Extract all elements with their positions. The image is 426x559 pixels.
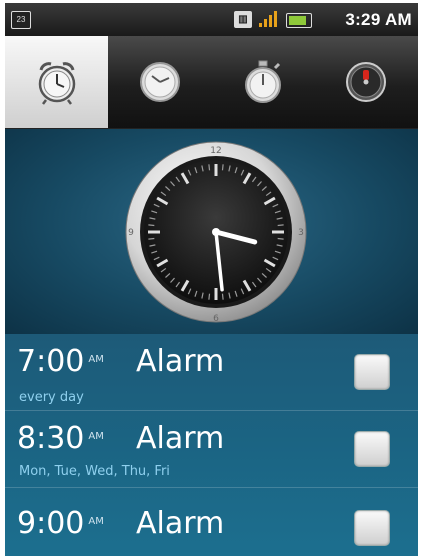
alarm-days: every day	[19, 390, 84, 405]
clock-numeral-12: 12	[210, 146, 221, 156]
alarm-time: 8:30 AM	[17, 421, 104, 456]
alarm-label: Alarm	[136, 506, 225, 541]
alarm-clock-icon	[38, 62, 75, 105]
tab-world-clock[interactable]	[108, 36, 211, 128]
alarm-enable-checkbox[interactable]	[354, 510, 390, 546]
clock-numeral-6: 6	[213, 314, 219, 324]
alarm-list: 7:00 AM Alarm every day 8:30 AM Alarm Mon,…	[5, 334, 418, 556]
clock-minute-tick	[221, 293, 224, 300]
analog-clock: 12 3 6 9	[125, 141, 307, 324]
clock-minute-tick	[208, 164, 211, 171]
alarm-enable-checkbox[interactable]	[354, 354, 390, 390]
clock-minute-tick	[148, 224, 155, 227]
tab-stopwatch[interactable]	[211, 36, 314, 128]
tab-timer[interactable]	[314, 36, 417, 128]
clock-minute-tick	[277, 224, 284, 227]
stopwatch-icon	[244, 60, 281, 103]
alarm-row-2[interactable]: 8:30 AM Alarm Mon, Tue, Wed, Thu, Fri	[5, 411, 418, 488]
battery-icon	[286, 13, 312, 28]
alarm-label: Alarm	[136, 421, 225, 456]
clock-section: 12 3 6 9	[5, 129, 418, 334]
alarm-time: 9:00 AM	[17, 506, 104, 541]
calendar-icon: 23	[11, 11, 31, 29]
clock-numeral-3: 3	[298, 228, 304, 238]
alarm-days: Mon, Tue, Wed, Thu, Fri	[19, 464, 170, 479]
timer-icon	[345, 62, 386, 102]
clock-minute-tick	[277, 237, 284, 240]
sim-card-icon: ▥	[234, 11, 252, 28]
phone-screen: 23 ▥ 3:29 AM 12 3 6 9 7:00 AM Alarm ever…	[5, 3, 418, 556]
alarm-row-3[interactable]: 9:00 AM Alarm	[5, 488, 418, 556]
tab-alarm[interactable]	[5, 36, 108, 128]
status-time: 3:29 AM	[345, 10, 412, 29]
alarm-time: 7:00 AM	[17, 344, 104, 379]
signal-strength-icon	[259, 11, 277, 27]
alarm-row-1[interactable]: 7:00 AM Alarm every day	[5, 334, 418, 411]
alarm-enable-checkbox[interactable]	[354, 431, 390, 467]
status-bar: 23 ▥ 3:29 AM	[5, 3, 418, 36]
clock-icon	[139, 62, 180, 102]
clock-minute-tick	[148, 237, 155, 240]
clock-minute-tick	[221, 164, 224, 171]
clock-numeral-9: 9	[128, 228, 134, 238]
clock-minute-tick	[208, 293, 211, 300]
alarm-label: Alarm	[136, 344, 225, 379]
tab-bar	[5, 36, 418, 129]
